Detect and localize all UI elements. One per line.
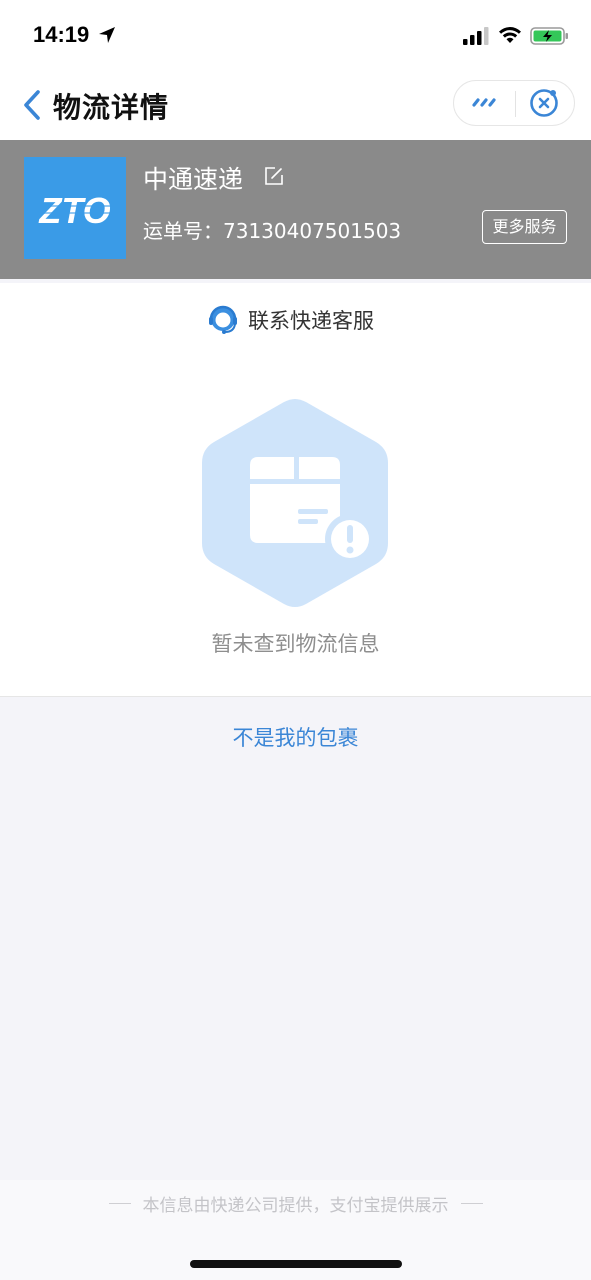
zto-logo-mark: ZTO: [38, 190, 112, 231]
nav-bar: 物流详情: [0, 70, 591, 140]
courier-logo: ZTO: [24, 157, 126, 259]
wifi-icon: [499, 27, 521, 43]
courier-header: ZTO 中通速递 运单号：73130407501503 更多服务: [0, 140, 591, 279]
contact-label: 联系快递客服: [248, 309, 374, 333]
headset-icon: [209, 305, 237, 334]
tracking-label: 运单号：: [143, 219, 223, 243]
location-arrow-icon: [99, 27, 115, 43]
tracking-number-row: 运单号：73130407501503: [143, 215, 401, 244]
not-my-package-link[interactable]: 不是我的包裹: [0, 722, 591, 752]
status-bar: 14:19: [0, 0, 591, 70]
logo-text: ZTO: [38, 190, 110, 231]
footer-note: 本信息由快递公司提供，支付宝提供展示: [0, 1191, 591, 1216]
tracking-card: 联系快递客服 暂未查到物流信息: [0, 283, 591, 697]
tracking-number: 73130407501503: [223, 219, 402, 243]
courier-name: 中通速递: [143, 165, 244, 194]
footer: 本信息由快递公司提供，支付宝提供展示: [0, 1180, 591, 1280]
cellular-signal-icon: [463, 27, 489, 45]
empty-package-illustration: [202, 399, 388, 607]
battery-charging-icon: [530, 27, 568, 45]
footer-dash-left: [108, 1203, 131, 1204]
mini-app-capsule: [453, 80, 575, 126]
empty-state-text: 暂未查到物流信息: [211, 632, 380, 656]
status-time: 14:19: [33, 22, 90, 47]
close-mini-app-button[interactable]: [516, 81, 574, 125]
home-indicator[interactable]: [190, 1260, 402, 1268]
close-circle-icon: [530, 89, 558, 117]
edit-icon[interactable]: [264, 166, 284, 186]
more-services-button[interactable]: 更多服务: [482, 210, 567, 244]
footer-dash-right: [460, 1203, 483, 1204]
back-chevron-icon[interactable]: [20, 88, 44, 122]
more-menu-button[interactable]: [454, 81, 515, 125]
contact-courier-service-button[interactable]: 联系快递客服: [208, 303, 374, 337]
footer-note-text: 本信息由快递公司提供，支付宝提供展示: [142, 1196, 449, 1216]
more-dots-icon: [472, 98, 496, 107]
page-title: 物流详情: [53, 91, 170, 124]
